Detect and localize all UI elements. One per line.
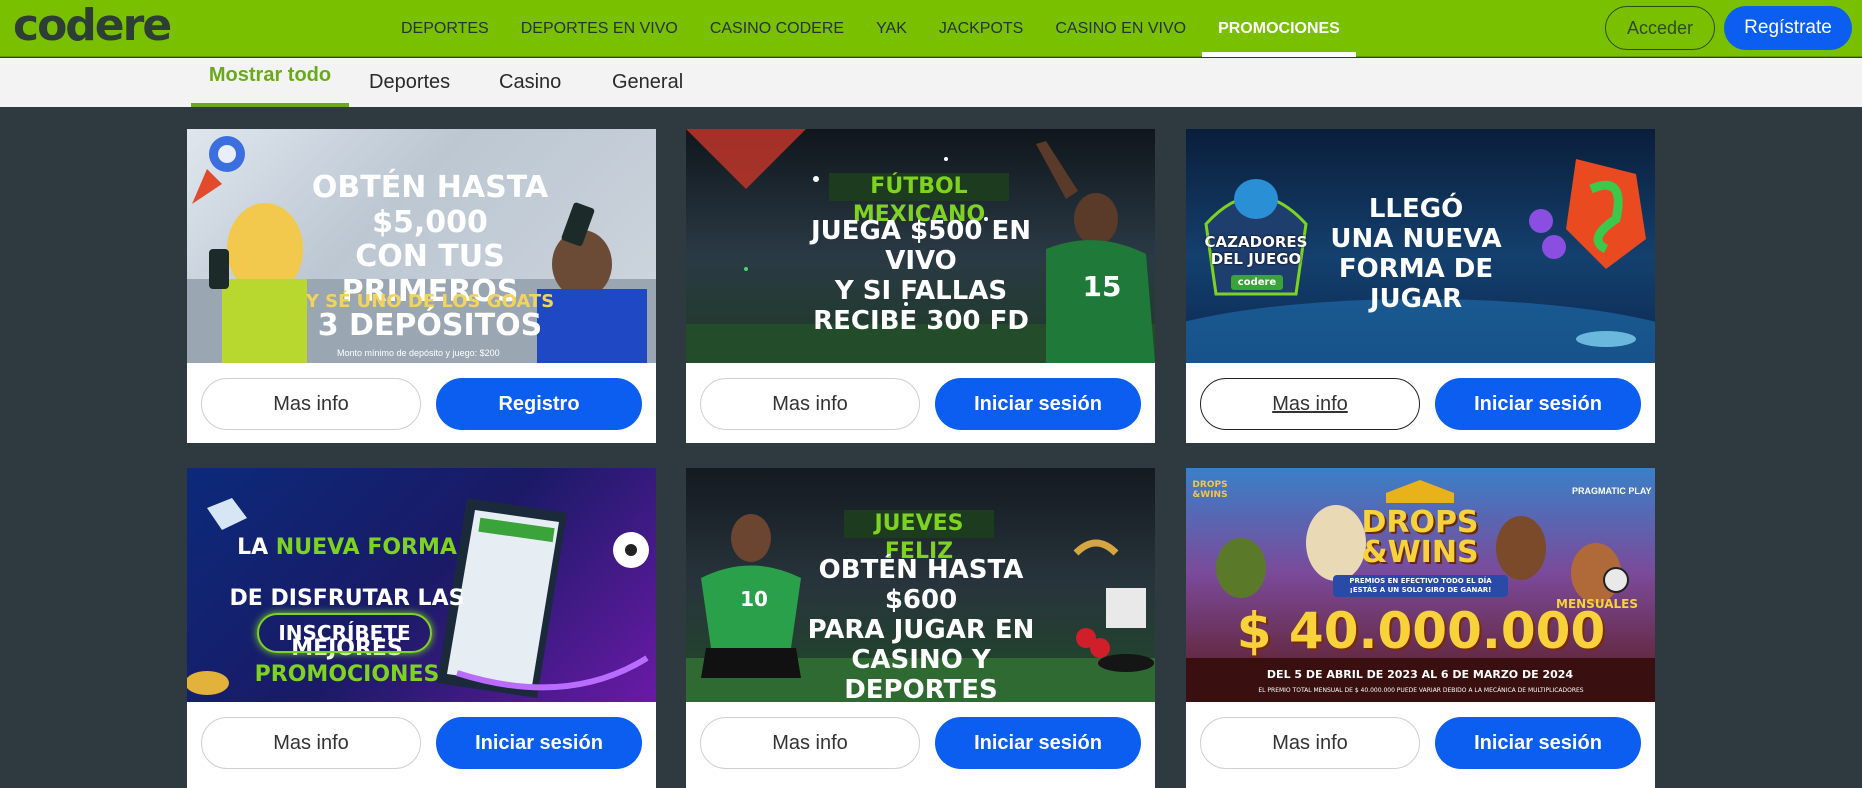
nav-deportes[interactable]: DEPORTES (385, 0, 505, 57)
headline-text: DE DISFRUTAR LAS (229, 585, 465, 611)
prize-fine-print: EL PREMIO TOTAL MENSUAL DE $ 40.000.000 … (1258, 687, 1584, 694)
promo-banner-jueves-feliz[interactable]: JUEVES FELIZ OBTÉN HASTA $600 PARA JUGAR… (686, 468, 1155, 702)
banner-headline: OBTÉN HASTA $5,000 CON TUS PRIMEROS 3 DE… (311, 170, 549, 343)
login-cta-button[interactable]: Iniciar sesión (935, 378, 1141, 430)
banner-headline: LA NUEVA FORMA DE DISFRUTAR LAS MEJORES … (207, 510, 487, 702)
more-info-button[interactable]: Mas info (1200, 717, 1420, 769)
login-cta-button[interactable]: Iniciar sesión (1435, 717, 1641, 769)
drops-wins-title: DROPS &WINS (1361, 505, 1479, 570)
tab-casino[interactable]: Casino (499, 58, 561, 107)
banner-fine-print: Monto mínimo de depósito y juego: $200 (337, 348, 500, 358)
nav-casino-codere[interactable]: CASINO CODERE (694, 0, 860, 57)
headline-accent: PROMOCIONES (254, 661, 440, 687)
login-button[interactable]: Acceder (1605, 6, 1715, 50)
card-actions: Mas info Iniciar sesión (686, 702, 1155, 782)
more-info-button[interactable]: Mas info (1200, 378, 1420, 430)
promo-card: OBTÉN HASTA $5,000 CON TUS PRIMEROS 3 DE… (187, 129, 656, 443)
promo-card: LA NUEVA FORMA DE DISFRUTAR LAS MEJORES … (187, 468, 656, 788)
tab-mostrar-todo[interactable]: Mostrar todo (191, 58, 349, 107)
login-cta-button[interactable]: Iniciar sesión (436, 717, 642, 769)
codere-logo[interactable]: codere (13, 2, 172, 50)
promo-banner-futbol-mexicano[interactable]: FÚTBOL MEXICANO JUEGA $500 EN VIVO Y SI … (686, 129, 1155, 363)
headline-text: LA (237, 535, 276, 561)
card-actions: Mas info Registro (187, 363, 656, 443)
more-info-button[interactable]: Mas info (201, 717, 421, 769)
headline-line-2: DE DISFRUTAR LAS (207, 586, 487, 611)
promo-banner-nueva-forma[interactable]: LA NUEVA FORMA DE DISFRUTAR LAS MEJORES … (187, 468, 656, 702)
banner-headline: LLEGÓ UNA NUEVA FORMA DE JUGAR (1330, 194, 1502, 314)
top-bar: codere DEPORTES DEPORTES EN VIVO CASINO … (0, 0, 1862, 57)
login-cta-button[interactable]: Iniciar sesión (1435, 378, 1641, 430)
nav-deportes-en-vivo[interactable]: DEPORTES EN VIVO (505, 0, 694, 57)
banner-headline: JUEGA $500 EN VIVO Y SI FALLAS RECIBE 30… (811, 216, 1031, 336)
banner-kicker: FÚTBOL MEXICANO (829, 173, 1009, 227)
more-info-button[interactable]: Mas info (700, 378, 920, 430)
promo-card: JUEVES FELIZ OBTÉN HASTA $600 PARA JUGAR… (686, 468, 1155, 788)
promo-filter-tabs: Mostrar todo Deportes Casino General (0, 58, 1862, 107)
register-cta-button[interactable]: Registro (436, 378, 642, 430)
main-nav: DEPORTES DEPORTES EN VIVO CASINO CODERE … (385, 0, 1356, 57)
banner-kicker: JUEVES FELIZ (844, 510, 994, 564)
more-info-button[interactable]: Mas info (201, 378, 421, 430)
provider-logo: PRAGMATIC PLAY (1572, 486, 1652, 496)
nav-casino-en-vivo[interactable]: CASINO EN VIVO (1039, 0, 1202, 57)
nav-promociones[interactable]: PROMOCIONES (1202, 0, 1356, 57)
headline-accent: NUEVA FORMA (275, 535, 457, 561)
banner-subheadline: Y SÉ UNO DE LOS GOATS (305, 291, 555, 312)
nav-jackpots[interactable]: JACKPOTS (923, 0, 1039, 57)
promo-banner-cazadores-del-juego[interactable]: CAZADORES DEL JUEGO codere LLEGÓ UNA NUE… (1186, 129, 1655, 363)
register-button[interactable]: Regístrate (1724, 6, 1852, 50)
login-cta-button[interactable]: Iniciar sesión (935, 717, 1141, 769)
promo-card: DROPS &WINS PRAGMATIC PLAY DROPS &WINS P… (1186, 468, 1655, 788)
nav-yak[interactable]: YAK (860, 0, 923, 57)
prize-ribbon: PREMIOS EN EFECTIVO TODO EL DÍA ¡ESTÁS A… (1333, 575, 1508, 597)
promo-banner-drops-and-wins[interactable]: DROPS &WINS PRAGMATIC PLAY DROPS &WINS P… (1186, 468, 1655, 702)
jersey-number: 10 (740, 587, 768, 611)
promo-dates: DEL 5 DE ABRIL DE 2023 AL 6 DE MARZO DE … (1266, 668, 1574, 681)
drops-wins-small-logo: DROPS &WINS (1192, 480, 1228, 501)
signup-pill: INSCRÍBETE (257, 613, 432, 653)
card-actions: Mas info Iniciar sesión (1186, 702, 1655, 782)
more-info-button[interactable]: Mas info (700, 717, 920, 769)
headline-line-1: LA NUEVA FORMA (207, 535, 487, 560)
badge-brand: codere (1231, 275, 1283, 290)
banner-headline: OBTÉN HASTA $600 PARA JUGAR EN CASINO Y … (807, 555, 1035, 702)
tab-deportes[interactable]: Deportes (369, 58, 450, 107)
promo-card: FÚTBOL MEXICANO JUEGA $500 EN VIVO Y SI … (686, 129, 1155, 443)
prize-amount: $ 40.000.000 (1236, 602, 1606, 660)
card-actions: Mas info Iniciar sesión (187, 702, 656, 782)
jersey-number: 15 (1082, 270, 1122, 303)
tab-general[interactable]: General (612, 58, 683, 107)
card-actions: Mas info Iniciar sesión (1186, 363, 1655, 443)
promo-card: CAZADORES DEL JUEGO codere LLEGÓ UNA NUE… (1186, 129, 1655, 443)
promo-banner-goats[interactable]: OBTÉN HASTA $5,000 CON TUS PRIMEROS 3 DE… (187, 129, 656, 363)
card-actions: Mas info Iniciar sesión (686, 363, 1155, 443)
cazadores-badge: CAZADORES DEL JUEGO (1204, 233, 1308, 269)
